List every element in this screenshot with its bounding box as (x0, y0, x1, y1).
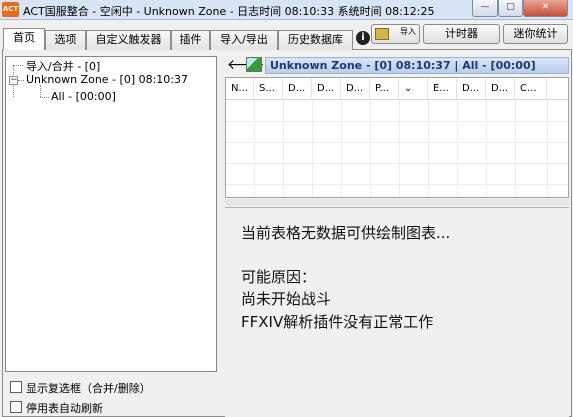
tree-item-import-merge[interactable]: 导入/合并 - [0] (26, 58, 100, 74)
maximize-button[interactable]: □ (498, 0, 523, 17)
tree-connector (18, 80, 24, 81)
grid-line (226, 142, 568, 143)
tree-connector (40, 85, 41, 97)
no-data-message: 当前表格无数据可供绘制图表... (241, 224, 451, 242)
column-header[interactable]: D... (486, 78, 515, 100)
auto-refresh-label: 停用表自动刷新 (26, 402, 103, 415)
grid-line (341, 100, 342, 197)
tab-import-export[interactable]: 导入/导出 (210, 30, 278, 50)
column-header[interactable]: N... (226, 78, 254, 100)
tab-options[interactable]: 选项 (45, 30, 86, 50)
title-bar: ACT ACT国服整合 - 空闲中 - Unknown Zone - 日志时间 … (0, 0, 573, 20)
grid-line (226, 163, 568, 164)
column-header[interactable]: S... (254, 78, 283, 100)
close-button[interactable]: ✕ (523, 0, 568, 17)
show-checkboxes-checkbox[interactable] (10, 381, 22, 393)
import-label: 导入 (400, 27, 416, 36)
grid-line (515, 100, 516, 197)
minimize-button[interactable]: — (472, 0, 498, 17)
grid-line (547, 100, 548, 197)
column-header[interactable]: D... (341, 78, 370, 100)
grid-line (399, 100, 400, 197)
tab-custom-triggers[interactable]: 自定义触发器 (86, 30, 171, 50)
column-header[interactable]: D... (312, 78, 341, 100)
reason-heading: 可能原因： (241, 268, 317, 286)
reason-plugin-error: FFXIV解析插件没有正常工作 (241, 313, 434, 331)
grid-line (486, 100, 487, 197)
grid-line (457, 100, 458, 197)
tab-home[interactable]: 首页 (3, 28, 45, 50)
picture-icon[interactable] (246, 57, 262, 72)
app-icon: ACT (2, 2, 19, 17)
tree-item-unknown-zone[interactable]: Unknown Zone - [0] 08:10:37 (26, 73, 188, 86)
show-checkboxes-label: 显示复选框（合并/删除） (26, 382, 151, 395)
grid-line (312, 100, 313, 197)
back-arrow-icon[interactable]: 🡐 (227, 58, 265, 72)
tab-history-db[interactable]: 历史数据库 (278, 30, 353, 50)
grid-line (370, 100, 371, 197)
panel-splitter[interactable] (225, 199, 569, 206)
timer-button[interactable]: 计时器 (423, 24, 500, 44)
encounter-table[interactable]: N... S... D... D... D... P... ⌄ E... D..… (225, 77, 569, 198)
tab-plugins[interactable]: 插件 (171, 30, 210, 50)
grid-line (283, 100, 284, 197)
column-header[interactable]: E... (428, 78, 457, 100)
table-header: N... S... D... D... D... P... ⌄ E... D..… (226, 78, 568, 100)
sort-chevron-icon[interactable]: ⌄ (399, 78, 428, 100)
column-header[interactable]: D... (457, 78, 486, 100)
grid-line (226, 184, 568, 185)
tree-connector (13, 65, 23, 66)
import-button[interactable]: 导入 (371, 24, 420, 44)
reason-not-started: 尚未开始战斗 (241, 290, 332, 308)
encounter-header: Unknown Zone - [0] 08:10:37 | All - [00:… (265, 57, 569, 74)
grid-line (226, 121, 568, 122)
grid-line (428, 100, 429, 197)
mini-stats-button[interactable]: 迷你统计 (503, 24, 568, 44)
package-icon (375, 28, 389, 40)
tree-connector (40, 97, 49, 98)
encounter-tree[interactable]: 导入/合并 - [0] − Unknown Zone - [0] 08:10:3… (5, 56, 217, 372)
grid-line (254, 100, 255, 197)
info-icon[interactable]: i (356, 31, 370, 45)
collapse-icon[interactable]: − (9, 76, 18, 85)
column-header[interactable]: D... (283, 78, 312, 100)
column-header[interactable]: P... (370, 78, 399, 100)
tree-item-all[interactable]: All - [00:00] (51, 90, 116, 103)
column-header[interactable]: C... (515, 78, 547, 100)
auto-refresh-checkbox[interactable] (10, 401, 22, 413)
graph-panel: 当前表格无数据可供绘制图表... 可能原因： 尚未开始战斗 FFXIV解析插件没… (225, 207, 569, 417)
window-title: ACT国服整合 - 空闲中 - Unknown Zone - 日志时间 08:1… (23, 5, 435, 18)
